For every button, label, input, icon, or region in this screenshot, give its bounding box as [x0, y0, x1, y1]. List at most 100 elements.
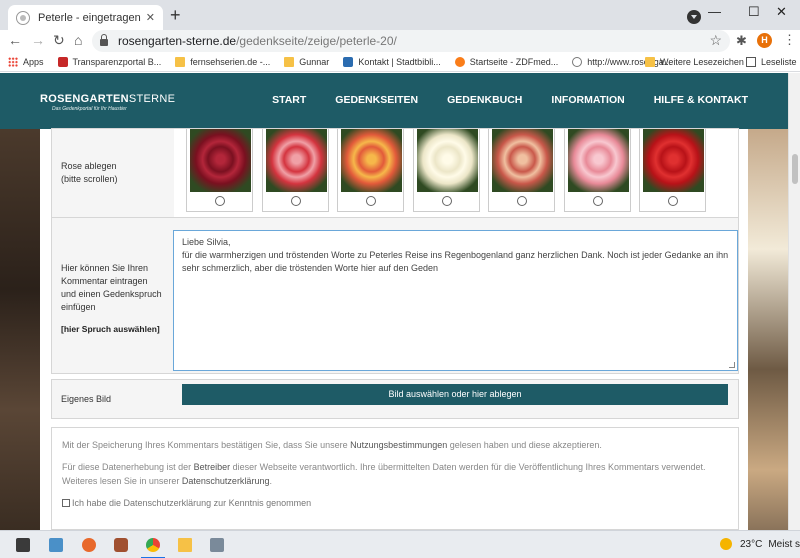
rose-radio[interactable] [517, 196, 527, 206]
site-logo[interactable]: ROSENGARTENSTERNE Das Gedenkportal für I… [40, 93, 175, 112]
resize-handle-icon[interactable] [729, 362, 735, 368]
rose-option[interactable] [412, 129, 480, 212]
info-text: Mit der Speicherung Ihres Kommentars bes… [62, 440, 351, 450]
file-explorer-icon[interactable] [178, 538, 192, 552]
new-tab-icon[interactable]: + [170, 6, 181, 24]
bookmark-label: Kontakt | Stadtbibli... [358, 56, 441, 67]
menu-kebab-icon[interactable]: ⋮ [783, 32, 796, 48]
rose-image [492, 129, 553, 192]
logo-tagline: Das Gedenkportal für Ihr Haustier [52, 106, 127, 112]
bookmark-fernsehserien[interactable]: fernsehserien.de -... [175, 56, 271, 67]
back-icon[interactable]: ← [8, 32, 22, 48]
weather-text: Meist so [768, 538, 800, 550]
apps-grid-icon [8, 56, 18, 67]
operator-link[interactable]: Betreiber [194, 462, 231, 472]
rose-radio[interactable] [441, 196, 452, 206]
briefcase-icon[interactable] [16, 538, 30, 552]
site-header: ROSENGARTENSTERNE Das Gedenkportal für I… [0, 73, 788, 129]
url-path: /gedenkseite/zeige/peterle-20/ [236, 34, 397, 48]
page-scrollbar-thumb[interactable] [792, 154, 798, 184]
profile-avatar[interactable]: H [757, 33, 772, 48]
bookmark-zdf[interactable]: Startseite - ZDFmed... [454, 56, 558, 67]
firefox-icon[interactable] [82, 538, 96, 552]
rose-option[interactable] [488, 129, 555, 212]
forward-icon[interactable]: → [31, 32, 45, 48]
chrome-icon[interactable] [146, 538, 160, 552]
bookmark-label: Transparenzportal B... [72, 56, 162, 67]
terms-link[interactable]: Nutzungsbestimmungen [350, 440, 447, 450]
comment-text-line: Liebe Silvia, [182, 237, 231, 247]
rose-radio[interactable] [592, 196, 603, 206]
tab-title: Peterle - eingetragen am 29.06.2 [38, 11, 142, 24]
app-icon[interactable] [49, 538, 63, 552]
logo-word-light: STERNE [128, 93, 176, 105]
nav-gedenkbuch[interactable]: GEDENKBUCH [447, 94, 522, 106]
reading-list[interactable]: Leseliste [746, 52, 797, 72]
upload-image-button[interactable]: Bild auswählen oder hier ablegen [182, 384, 728, 405]
rose-label-title: Rose ablegen [61, 161, 117, 171]
bookmark-label: fernsehserien.de -... [190, 56, 271, 67]
url-host: rosengarten-sterne.de [118, 34, 237, 48]
rose-label: Rose ablegen (bitte scrollen) [61, 160, 118, 186]
rose-radio[interactable] [668, 196, 678, 206]
tab-search-icon[interactable] [687, 10, 701, 24]
bookmark-star-icon[interactable]: ☆ [709, 32, 722, 49]
page-scrollbar[interactable] [788, 73, 800, 530]
nav-gedenkseiten[interactable]: GEDENKSEITEN [335, 94, 418, 106]
rose-option[interactable] [261, 129, 329, 212]
main-nav: START GEDENKSEITEN GEDENKBUCH INFORMATIO… [243, 94, 748, 106]
comment-label-line: Kommentar eintragen [61, 276, 148, 286]
address-bar[interactable]: rosengarten-sterne.de/gedenkseite/zeige/… [92, 30, 730, 52]
info-text: Für diese Datenerhebung ist der [62, 462, 194, 472]
bookmark-more-folder[interactable]: Weitere Lesezeichen [645, 52, 744, 72]
globe-icon [572, 56, 583, 67]
home-icon[interactable]: ⌂ [74, 32, 82, 48]
nav-hilfe-kontakt[interactable]: HILFE & KONTAKT [654, 94, 748, 106]
media-icon[interactable] [210, 538, 224, 552]
bookmark-label: Weitere Lesezeichen [660, 57, 744, 67]
reload-icon[interactable]: ↻ [53, 32, 65, 49]
privacy-policy-link[interactable]: Datenschutzerklärung [182, 476, 270, 486]
minimize-icon[interactable]: — [708, 4, 721, 19]
reading-list-icon [746, 57, 756, 67]
rose-picker[interactable] [174, 129, 738, 217]
rose-image [341, 129, 402, 192]
temperature: 23°C [740, 538, 763, 550]
app-icon[interactable] [114, 538, 128, 552]
maximize-icon[interactable]: ☐ [748, 4, 760, 20]
bookmark-transparenzportal[interactable]: Transparenzportal B... [57, 56, 162, 67]
comment-textarea[interactable]: Liebe Silvia, für die warmherzigen und t… [173, 230, 738, 371]
rose-option[interactable] [563, 129, 631, 212]
weather-widget[interactable]: 23°C Meist so [720, 538, 800, 550]
windows-taskbar: 23°C Meist so [0, 530, 800, 558]
bookmark-stadtbibliothek[interactable]: Kontakt | Stadtbibli... [343, 56, 441, 67]
bookmark-apps[interactable]: Apps [8, 56, 44, 67]
rose-radio[interactable] [366, 196, 376, 206]
rose-radio[interactable] [290, 196, 301, 206]
folder-icon [175, 56, 186, 67]
rose-option[interactable] [639, 129, 706, 212]
comment-label: Hier können Sie Ihren Kommentar eintrage… [61, 262, 162, 336]
background-photo-right [748, 129, 788, 530]
bookmark-label: Apps [23, 56, 44, 67]
rose-radio[interactable] [215, 196, 225, 206]
browser-tab[interactable]: Peterle - eingetragen am 29.06.2 ✕ [8, 5, 163, 30]
bookmark-gunnar[interactable]: Gunnar [284, 56, 330, 67]
extensions-icon[interactable]: ✱ [736, 33, 747, 49]
consent-label[interactable]: Ich habe die Datenschutzerklärung zur Ke… [72, 496, 311, 510]
consent-checkbox[interactable] [62, 499, 70, 507]
bookmark-favicon-icon [343, 56, 354, 67]
bookmark-label: Gunnar [299, 56, 330, 67]
rose-option[interactable] [337, 129, 404, 212]
nav-start[interactable]: START [272, 94, 306, 106]
spruch-link[interactable]: [hier Spruch auswählen] [61, 323, 162, 336]
rose-row: Rose ablegen (bitte scrollen) [51, 128, 739, 218]
nav-information[interactable]: INFORMATION [551, 94, 624, 106]
tab-close-icon[interactable]: ✕ [146, 11, 155, 24]
bookmark-favicon-icon [454, 56, 465, 67]
rose-option[interactable] [186, 129, 253, 212]
web-page: ROSENGARTENSTERNE Das Gedenkportal für I… [0, 73, 800, 530]
lock-icon [100, 34, 108, 46]
browser-toolbar: ← → ↻ ⌂ rosengarten-sterne.de/gedenkseit… [0, 30, 800, 52]
close-window-icon[interactable]: ✕ [776, 4, 787, 20]
